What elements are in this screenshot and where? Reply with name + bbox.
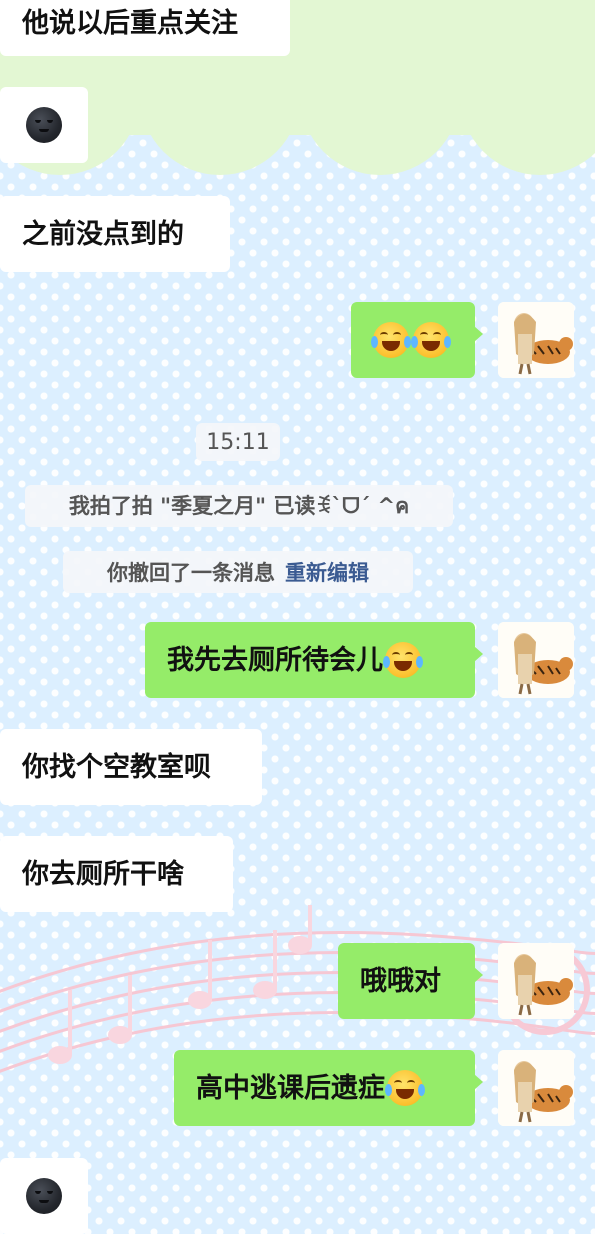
user-avatar[interactable] (498, 302, 574, 378)
incoming-message-bubble[interactable]: 你去厕所干啥 (0, 836, 233, 912)
outgoing-message-bubble[interactable]: 我先去厕所待会儿 (145, 622, 483, 698)
outgoing-emoji-bubble[interactable] (351, 302, 483, 378)
timestamp-label: 15:11 (196, 423, 280, 461)
anime-girl-with-tiger-avatar-icon (498, 302, 574, 378)
pat-notification: 我拍了拍 "季夏之月" 已读ꉂ`ᗜ´ ^ค (25, 485, 453, 527)
message-text: 之前没点到的 (22, 218, 184, 250)
face-with-tears-of-joy-icon (411, 322, 451, 358)
message-text: 你找个空教室呗 (22, 751, 211, 783)
outgoing-message-bubble[interactable]: 高中逃课后遗症 (174, 1050, 483, 1126)
incoming-message-bubble[interactable]: 你找个空教室呗 (0, 729, 262, 805)
user-avatar[interactable] (498, 943, 574, 1019)
new-moon-face-icon (26, 107, 62, 143)
incoming-emoji-bubble[interactable] (0, 87, 88, 163)
user-avatar[interactable] (498, 622, 574, 698)
recall-notification: 你撤回了一条消息 重新编辑 (63, 551, 413, 593)
outgoing-message-bubble[interactable]: 哦哦对 (338, 943, 483, 1019)
incoming-emoji-bubble[interactable] (0, 1158, 88, 1234)
anime-girl-with-tiger-avatar-icon (498, 622, 574, 698)
message-text: 哦哦对 (360, 965, 441, 997)
message-text: 你去厕所干啥 (22, 858, 184, 890)
user-avatar[interactable] (498, 1050, 574, 1126)
anime-girl-with-tiger-avatar-icon (498, 943, 574, 1019)
message-text: 高中逃课后遗症 (196, 1072, 385, 1104)
incoming-message-bubble[interactable]: 之前没点到的 (0, 196, 230, 272)
reedit-link[interactable]: 重新编辑 (285, 557, 369, 587)
anime-girl-with-tiger-avatar-icon (498, 1050, 574, 1126)
incoming-message-bubble[interactable]: 他说以后重点关注 (0, 0, 290, 56)
loudly-crying-face-icon (383, 642, 423, 678)
loudly-crying-face-icon (385, 1070, 425, 1106)
wallpaper-scallops (0, 95, 595, 175)
new-moon-face-icon (26, 1178, 62, 1214)
message-text: 我先去厕所待会儿 (167, 644, 383, 676)
message-text: 他说以后重点关注 (22, 7, 238, 39)
face-with-tears-of-joy-icon (371, 322, 411, 358)
